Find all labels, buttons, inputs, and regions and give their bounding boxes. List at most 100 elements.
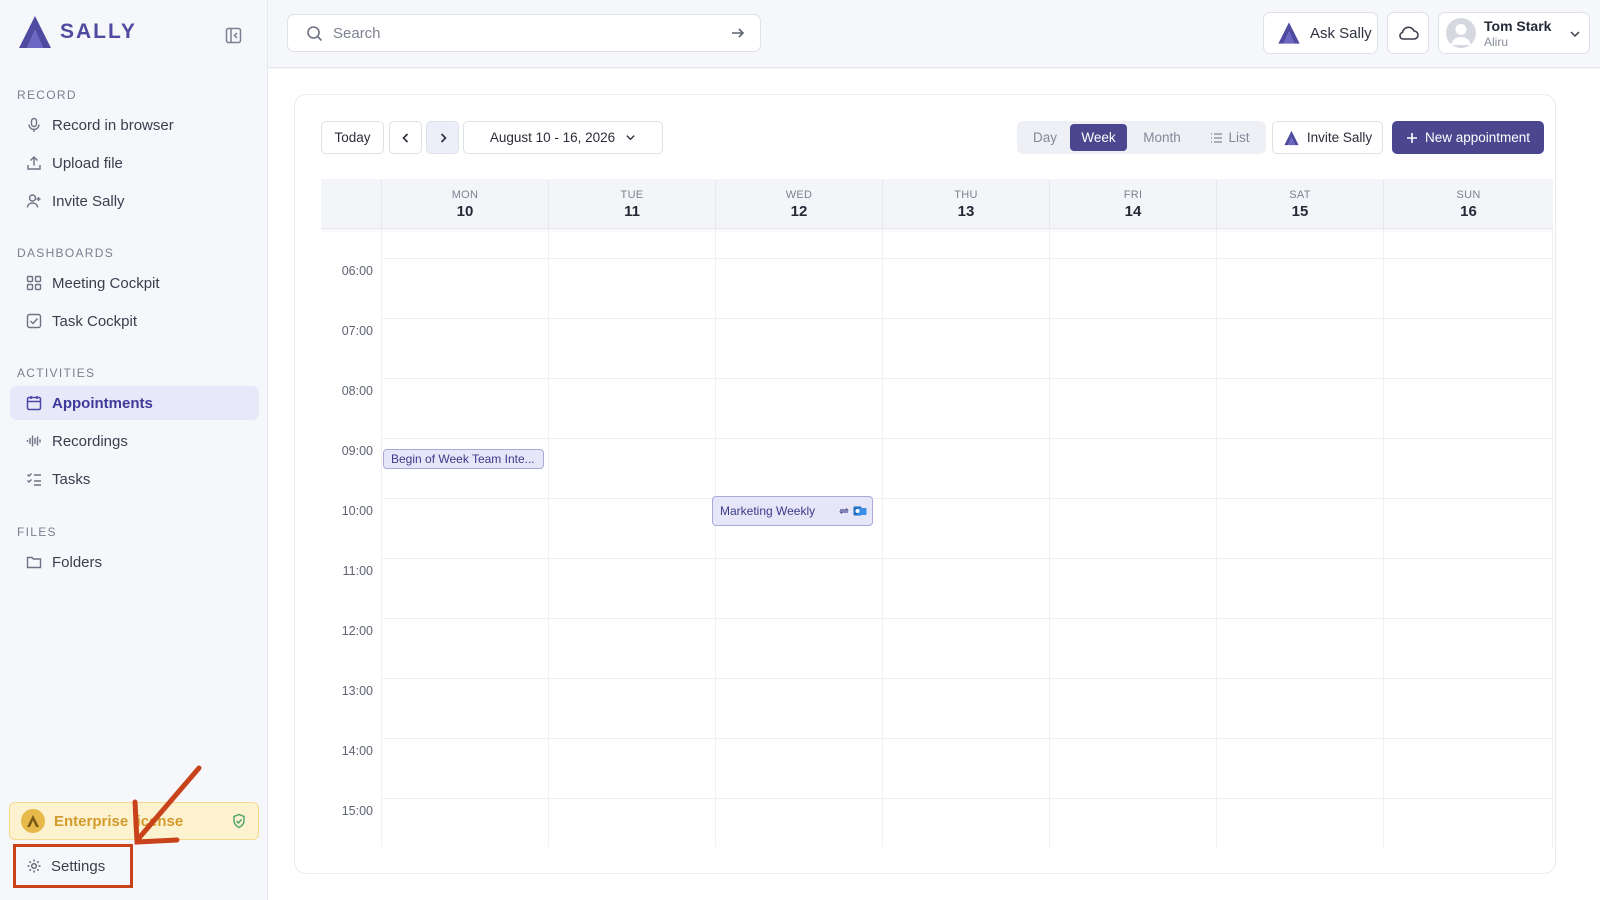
new-appointment-button[interactable]: New appointment — [1392, 121, 1544, 154]
event-title: Marketing Weekly — [720, 504, 816, 518]
microphone-icon — [25, 116, 43, 134]
ask-sally-button[interactable]: Ask Sally — [1263, 12, 1378, 54]
date-range-picker[interactable]: August 10 - 16, 2026 — [463, 121, 663, 154]
day-of-week: TUE — [620, 188, 644, 201]
grid-divider — [548, 229, 549, 847]
new-appointment-label: New appointment — [1424, 130, 1531, 145]
view-week-tab[interactable]: Week — [1070, 124, 1127, 151]
view-list-label: List — [1228, 130, 1250, 145]
sidebar-item-tasks[interactable]: Tasks — [10, 462, 259, 496]
grid-divider — [381, 618, 1553, 619]
sidebar-item-label: Recordings — [52, 432, 128, 450]
hour-label: 06:00 — [341, 264, 373, 278]
prev-week-button[interactable] — [389, 121, 422, 154]
sidebar-item-appointments[interactable]: Appointments — [10, 386, 259, 420]
grid-divider — [381, 378, 1553, 379]
grid-divider — [381, 738, 1553, 739]
plus-icon — [1406, 132, 1417, 143]
view-month-tab[interactable]: Month — [1127, 124, 1197, 151]
chevron-right-icon — [440, 132, 447, 143]
gear-icon — [26, 858, 42, 874]
day-number: 15 — [1291, 202, 1309, 220]
sidebar-item-invite-sally[interactable]: Invite Sally — [10, 184, 259, 218]
grid-divider — [381, 678, 1553, 679]
section-label-dashboards: DASHBOARDS — [17, 246, 115, 260]
hour-label: 15:00 — [341, 804, 373, 818]
day-number: 14 — [1124, 202, 1142, 220]
sidebar-item-upload-file[interactable]: Upload file — [10, 146, 259, 180]
shield-check-icon — [231, 813, 247, 829]
invite-sally-button[interactable]: Invite Sally — [1272, 121, 1383, 154]
day-of-week: SAT — [1289, 188, 1311, 201]
chevron-down-icon — [626, 135, 635, 141]
hour-label: 10:00 — [341, 504, 373, 518]
calendar-header-row: MON 10 TUE 11 WED 12 THU 13 FRI 14 SAT 1… — [321, 179, 1553, 229]
grid-divider — [381, 318, 1553, 319]
grid-icon — [25, 274, 43, 292]
grid-divider — [1383, 229, 1384, 847]
view-day-tab[interactable]: Day — [1020, 124, 1070, 151]
sidebar-item-label: Invite Sally — [52, 192, 125, 210]
sally-logo-icon — [19, 16, 51, 48]
grid-divider — [381, 229, 382, 847]
list-icon — [1211, 132, 1223, 143]
settings-button[interactable]: Settings — [13, 844, 133, 888]
arrow-right-icon[interactable] — [730, 25, 746, 41]
user-org: Aliru — [1484, 34, 1509, 49]
brand-name: SALLY — [60, 20, 137, 43]
ask-sally-label: Ask Sally — [1310, 24, 1372, 42]
hour-label: 11:00 — [342, 564, 373, 578]
annotation-arrow-icon — [125, 762, 205, 852]
day-of-week: MON — [451, 188, 479, 201]
day-header-mon[interactable]: MON 10 — [381, 179, 548, 229]
event-marketing-weekly[interactable]: Marketing Weekly — [712, 496, 873, 526]
day-header-sat[interactable]: SAT 15 — [1216, 179, 1383, 229]
hour-label: 09:00 — [341, 444, 373, 458]
time-grid[interactable]: 06:00 07:00 08:00 09:00 10:00 11:00 12:0… — [321, 229, 1553, 847]
view-list-tab[interactable]: List — [1197, 124, 1263, 151]
cloud-icon — [1399, 26, 1419, 40]
calendar-icon — [25, 394, 43, 412]
checkbox-icon — [25, 312, 43, 330]
day-of-week: THU — [954, 188, 978, 201]
sidebar-item-recordings[interactable]: Recordings — [10, 424, 259, 458]
grid-divider — [381, 498, 1553, 499]
section-label-record: RECORD — [17, 88, 77, 102]
grid-divider — [1552, 229, 1553, 847]
day-header-sun[interactable]: SUN 16 — [1383, 179, 1553, 229]
user-avatar-icon — [1451, 24, 1471, 45]
search-input[interactable] — [333, 24, 720, 42]
event-begin-of-week-team[interactable]: Begin of Week Team Inte... — [383, 449, 544, 469]
grid-divider — [882, 229, 883, 847]
outlook-icon — [853, 506, 867, 516]
waveform-icon — [25, 432, 43, 450]
cloud-sync-button[interactable] — [1387, 12, 1429, 54]
grid-divider — [1049, 229, 1050, 847]
grid-divider — [381, 558, 1553, 559]
hour-label: 14:00 — [341, 744, 373, 758]
sidebar-item-label: Tasks — [52, 470, 91, 488]
day-header-thu[interactable]: THU 13 — [882, 179, 1049, 229]
day-of-week: SUN — [1456, 188, 1481, 201]
day-header-fri[interactable]: FRI 14 — [1049, 179, 1216, 229]
sidebar-item-label: Task Cockpit — [52, 312, 138, 330]
upload-icon — [25, 154, 43, 172]
sidebar-item-record-in-browser[interactable]: Record in browser — [10, 108, 259, 142]
sidebar-collapse-icon — [225, 27, 241, 43]
topbar: Ask Sally Tom Stark Aliru — [268, 0, 1600, 68]
hour-label: 08:00 — [341, 384, 373, 398]
date-range-label: August 10 - 16, 2026 — [489, 130, 616, 145]
day-header-wed[interactable]: WED 12 — [715, 179, 882, 229]
sidebar: SALLY RECORD Record in browser Upload fi… — [0, 0, 268, 900]
hour-label: 12:00 — [341, 624, 373, 638]
collapse-sidebar-button[interactable] — [222, 24, 244, 46]
brand-logo[interactable]: SALLY — [16, 14, 137, 50]
next-week-button[interactable] — [426, 121, 459, 154]
sidebar-item-folders[interactable]: Folders — [10, 545, 259, 579]
sidebar-item-task-cockpit[interactable]: Task Cockpit — [10, 304, 259, 338]
sidebar-item-meeting-cockpit[interactable]: Meeting Cockpit — [10, 266, 259, 300]
today-button[interactable]: Today — [321, 121, 384, 154]
day-header-tue[interactable]: TUE 11 — [548, 179, 715, 229]
user-menu[interactable]: Tom Stark Aliru — [1438, 12, 1590, 54]
search-bar[interactable] — [287, 14, 761, 52]
